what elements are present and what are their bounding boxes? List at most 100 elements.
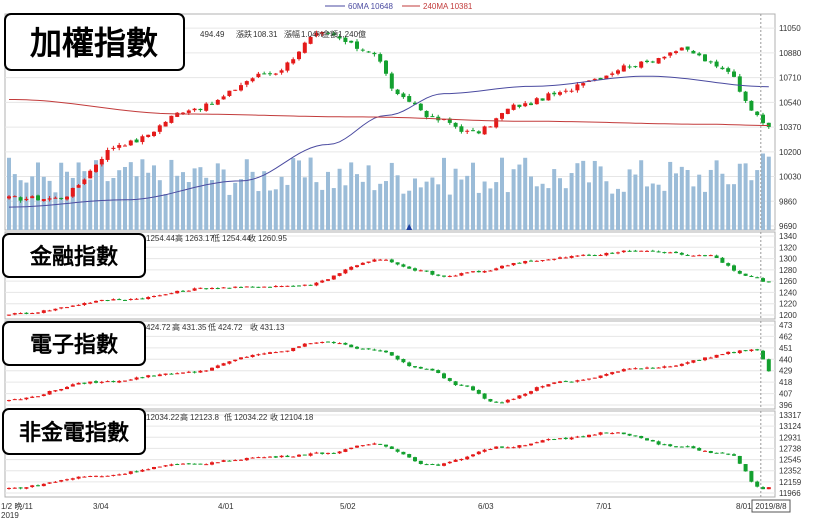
volume-bar bbox=[227, 194, 232, 230]
volume-bar bbox=[424, 181, 429, 230]
candle-body bbox=[215, 462, 220, 464]
volume-bar bbox=[65, 171, 69, 230]
volume-bar bbox=[732, 184, 736, 230]
candle-body bbox=[117, 145, 122, 148]
candle-body bbox=[256, 286, 261, 288]
candle-body bbox=[7, 314, 11, 316]
candle-body bbox=[749, 471, 754, 482]
candle-body bbox=[163, 121, 168, 127]
candle-body bbox=[726, 351, 731, 355]
x-tick-aug: 8/01 bbox=[736, 502, 752, 511]
candle-body bbox=[41, 310, 46, 313]
candle-body bbox=[471, 130, 475, 132]
volume-bar bbox=[569, 173, 574, 230]
candle-body bbox=[563, 380, 568, 382]
candle-body bbox=[360, 49, 365, 51]
candle-body bbox=[291, 347, 296, 352]
candle-body bbox=[703, 54, 707, 62]
candle-body bbox=[360, 445, 365, 447]
volume-bar bbox=[140, 159, 145, 230]
candle-body bbox=[7, 487, 11, 489]
candle-body bbox=[389, 73, 394, 89]
nonfinance-y-tick: 12159 bbox=[779, 478, 802, 487]
candle-body bbox=[12, 196, 17, 198]
taiex-amount: 1,240億 bbox=[338, 29, 366, 39]
candle-body bbox=[645, 60, 649, 63]
candle-body bbox=[314, 342, 319, 344]
electronics-y-tick: 429 bbox=[779, 367, 793, 376]
candle-body bbox=[494, 446, 499, 449]
candle-body bbox=[227, 361, 232, 364]
nonfinance-y-tick: 12931 bbox=[779, 433, 802, 442]
candle-body bbox=[691, 255, 696, 257]
candle-body bbox=[650, 439, 655, 442]
volume-bar bbox=[447, 194, 452, 230]
volume-bar bbox=[146, 172, 151, 230]
taiex-pct-label: 漲幅 bbox=[284, 29, 300, 39]
candle-body bbox=[627, 368, 632, 370]
volume-bar bbox=[337, 168, 342, 230]
candle-body bbox=[755, 349, 760, 351]
legend-ma240-label: 240MA 10381 bbox=[423, 2, 473, 11]
candle-body bbox=[337, 343, 342, 345]
candle-body bbox=[703, 450, 707, 452]
finance-y-tick: 1260 bbox=[779, 277, 797, 286]
candle-body bbox=[569, 90, 574, 92]
volume-bar bbox=[169, 159, 174, 230]
candle-body bbox=[384, 444, 388, 447]
candle-body bbox=[656, 251, 661, 253]
candle-body bbox=[476, 389, 481, 394]
candle-body bbox=[430, 368, 435, 371]
candle-body bbox=[737, 270, 742, 274]
candle-body bbox=[511, 398, 516, 400]
ma60-line bbox=[8, 75, 769, 208]
volume-bar bbox=[720, 173, 725, 230]
candle-body bbox=[621, 65, 626, 72]
taiex-change: 108.31 bbox=[253, 30, 278, 39]
candle-body bbox=[250, 78, 255, 82]
candle-body bbox=[163, 465, 168, 467]
volume-bar bbox=[256, 191, 261, 230]
volume-bar bbox=[587, 182, 591, 230]
candle-body bbox=[517, 104, 522, 107]
candle-body bbox=[633, 66, 638, 68]
candle-body bbox=[355, 265, 359, 268]
volume-bar bbox=[703, 191, 707, 230]
volume-bar bbox=[511, 169, 516, 230]
candle-body bbox=[505, 108, 510, 114]
candle-body bbox=[587, 378, 591, 380]
candle-body bbox=[569, 255, 574, 258]
candle-body bbox=[500, 446, 504, 448]
candle-body bbox=[726, 263, 731, 266]
volume-bar bbox=[239, 179, 243, 230]
candle-body bbox=[36, 195, 40, 201]
finance-close: 1260.95 bbox=[258, 234, 287, 243]
finance-title: 金融指數 bbox=[29, 244, 118, 270]
candle-body bbox=[128, 471, 133, 474]
candle-body bbox=[587, 254, 591, 256]
electronics-high-label: 高 bbox=[172, 322, 180, 332]
candle-body bbox=[430, 270, 435, 275]
candle-body bbox=[552, 382, 557, 384]
candle-body bbox=[563, 90, 568, 92]
volume-bar bbox=[314, 182, 319, 230]
candle-body bbox=[355, 346, 359, 349]
candle-body bbox=[18, 399, 23, 401]
candle-body bbox=[279, 351, 284, 353]
electronics-y-tick: 451 bbox=[779, 344, 793, 353]
candle-body bbox=[123, 473, 127, 475]
candle-body bbox=[268, 352, 272, 354]
candle-body bbox=[215, 99, 220, 105]
candle-body bbox=[761, 350, 765, 360]
volume-bar bbox=[500, 157, 504, 230]
candle-body bbox=[662, 444, 667, 446]
volume-bar bbox=[233, 182, 238, 230]
candle-body bbox=[94, 475, 98, 477]
volume-bar bbox=[691, 186, 696, 230]
candle-body bbox=[94, 300, 98, 303]
chart-canvas: 60MA 10648 240MA 10381 11050 10880 10710 10… bbox=[1, 2, 802, 520]
candle-body bbox=[273, 352, 278, 354]
candle-body bbox=[291, 59, 296, 64]
candle-body bbox=[708, 451, 713, 454]
candle-body bbox=[668, 52, 673, 56]
